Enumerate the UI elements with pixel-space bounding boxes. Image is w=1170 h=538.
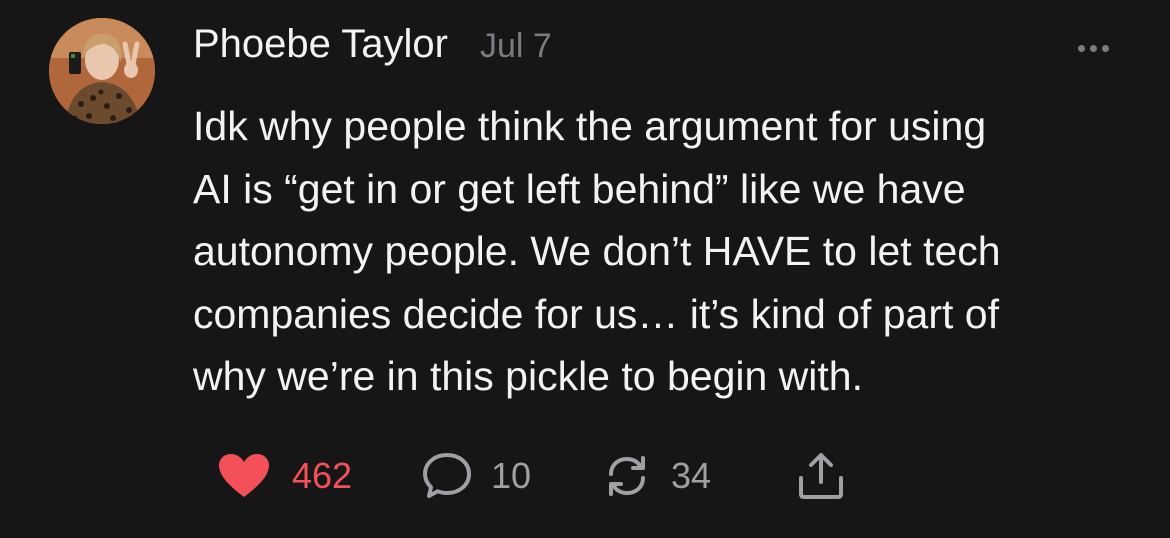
ellipsis-icon: [1101, 44, 1109, 52]
post-date[interactable]: Jul 7: [480, 27, 552, 66]
repost-icon: [603, 452, 651, 500]
post-header: Phoebe Taylor Jul 7: [193, 22, 552, 72]
heart-icon: [218, 453, 270, 499]
ellipsis-icon: [1089, 44, 1097, 52]
reply-count: 10: [491, 455, 532, 496]
post-text-line: companies decide for us… it’s kind of pa…: [193, 290, 999, 337]
post-text-line: Idk why people think the argument for us…: [193, 103, 987, 149]
post-text-line: autonomy people. We don’t HAVE to let te…: [193, 228, 1001, 274]
repost-count: 34: [671, 455, 712, 496]
more-options-button[interactable]: [1068, 34, 1118, 62]
share-button[interactable]: [795, 446, 847, 506]
avatar[interactable]: [49, 18, 155, 124]
reply-button[interactable]: 10: [421, 446, 531, 506]
repost-button[interactable]: 34: [603, 446, 711, 506]
share-icon: [795, 450, 847, 502]
like-count: 462: [292, 455, 353, 496]
like-button[interactable]: 462: [218, 446, 352, 506]
ellipsis-icon: [1077, 44, 1085, 52]
post-card: Phoebe Taylor Jul 7 Idk why people think…: [0, 0, 1170, 538]
post-text: Idk why people think the argument for us…: [193, 95, 1133, 408]
post-text-line: AI is “get in or get left behind” like w…: [193, 165, 966, 212]
author-name[interactable]: Phoebe Taylor: [193, 22, 448, 67]
avatar-photo: [49, 18, 155, 124]
speech-bubble-icon: [421, 451, 473, 501]
post-text-line: why we’re in this pickle to begin with.: [193, 353, 863, 399]
